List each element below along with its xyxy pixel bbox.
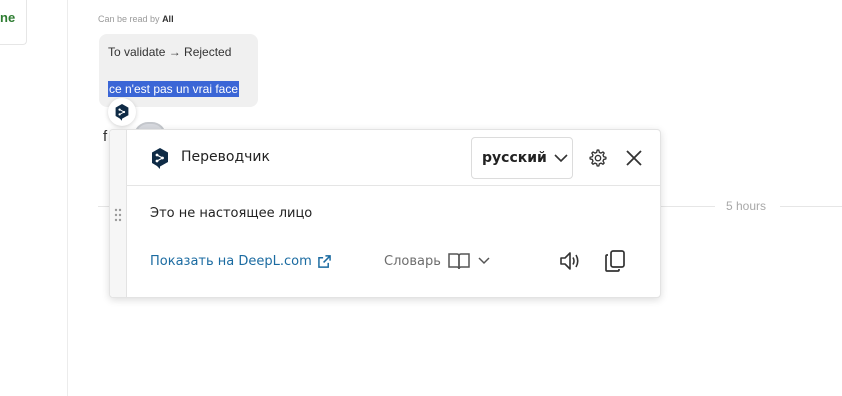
message-status: To validate → Rejected	[108, 45, 232, 59]
left-panel-label: ne	[0, 10, 16, 25]
gear-icon[interactable]	[588, 148, 608, 168]
external-link-icon	[317, 255, 331, 268]
read-by-label: Can be read by All	[98, 14, 174, 24]
book-icon[interactable]	[448, 252, 470, 270]
divider	[780, 206, 842, 207]
sidebar-divider	[67, 0, 68, 396]
dictionary-label[interactable]: Словарь	[384, 254, 441, 269]
read-by-prefix: Can be read by	[98, 14, 160, 24]
read-by-value: All	[162, 14, 174, 24]
open-deepl-label: Показать на DeepL.com	[150, 254, 312, 269]
translation-text: Это не настоящее лицо	[150, 206, 313, 221]
deepl-logo-icon	[115, 104, 129, 121]
grip-icon	[114, 208, 122, 222]
language-value: русский	[482, 150, 547, 166]
divider	[659, 206, 715, 207]
popup-title: Переводчик	[181, 149, 270, 165]
drag-handle[interactable]	[110, 130, 127, 297]
message-selected-text[interactable]: ce n'est pas un vrai face	[108, 81, 240, 97]
translator-popup: Переводчик русский Это не настоящее лицо…	[109, 129, 661, 298]
open-deepl-link[interactable]: Показать на DeepL.com	[150, 254, 331, 269]
speaker-icon[interactable]	[559, 250, 581, 272]
language-select[interactable]: русский	[471, 137, 573, 179]
popup-divider	[126, 185, 660, 186]
chevron-down-icon	[554, 154, 568, 163]
partial-text: f	[103, 128, 108, 145]
copy-icon[interactable]	[604, 249, 626, 273]
chevron-down-icon[interactable]	[478, 256, 490, 266]
deepl-logo-icon	[152, 148, 168, 169]
close-icon[interactable]	[625, 149, 643, 167]
message-time: 5 hours	[726, 199, 767, 213]
deepl-translate-button[interactable]	[108, 98, 136, 126]
message-bubble: To validate → Rejected ce n'est pas un v…	[99, 34, 258, 107]
